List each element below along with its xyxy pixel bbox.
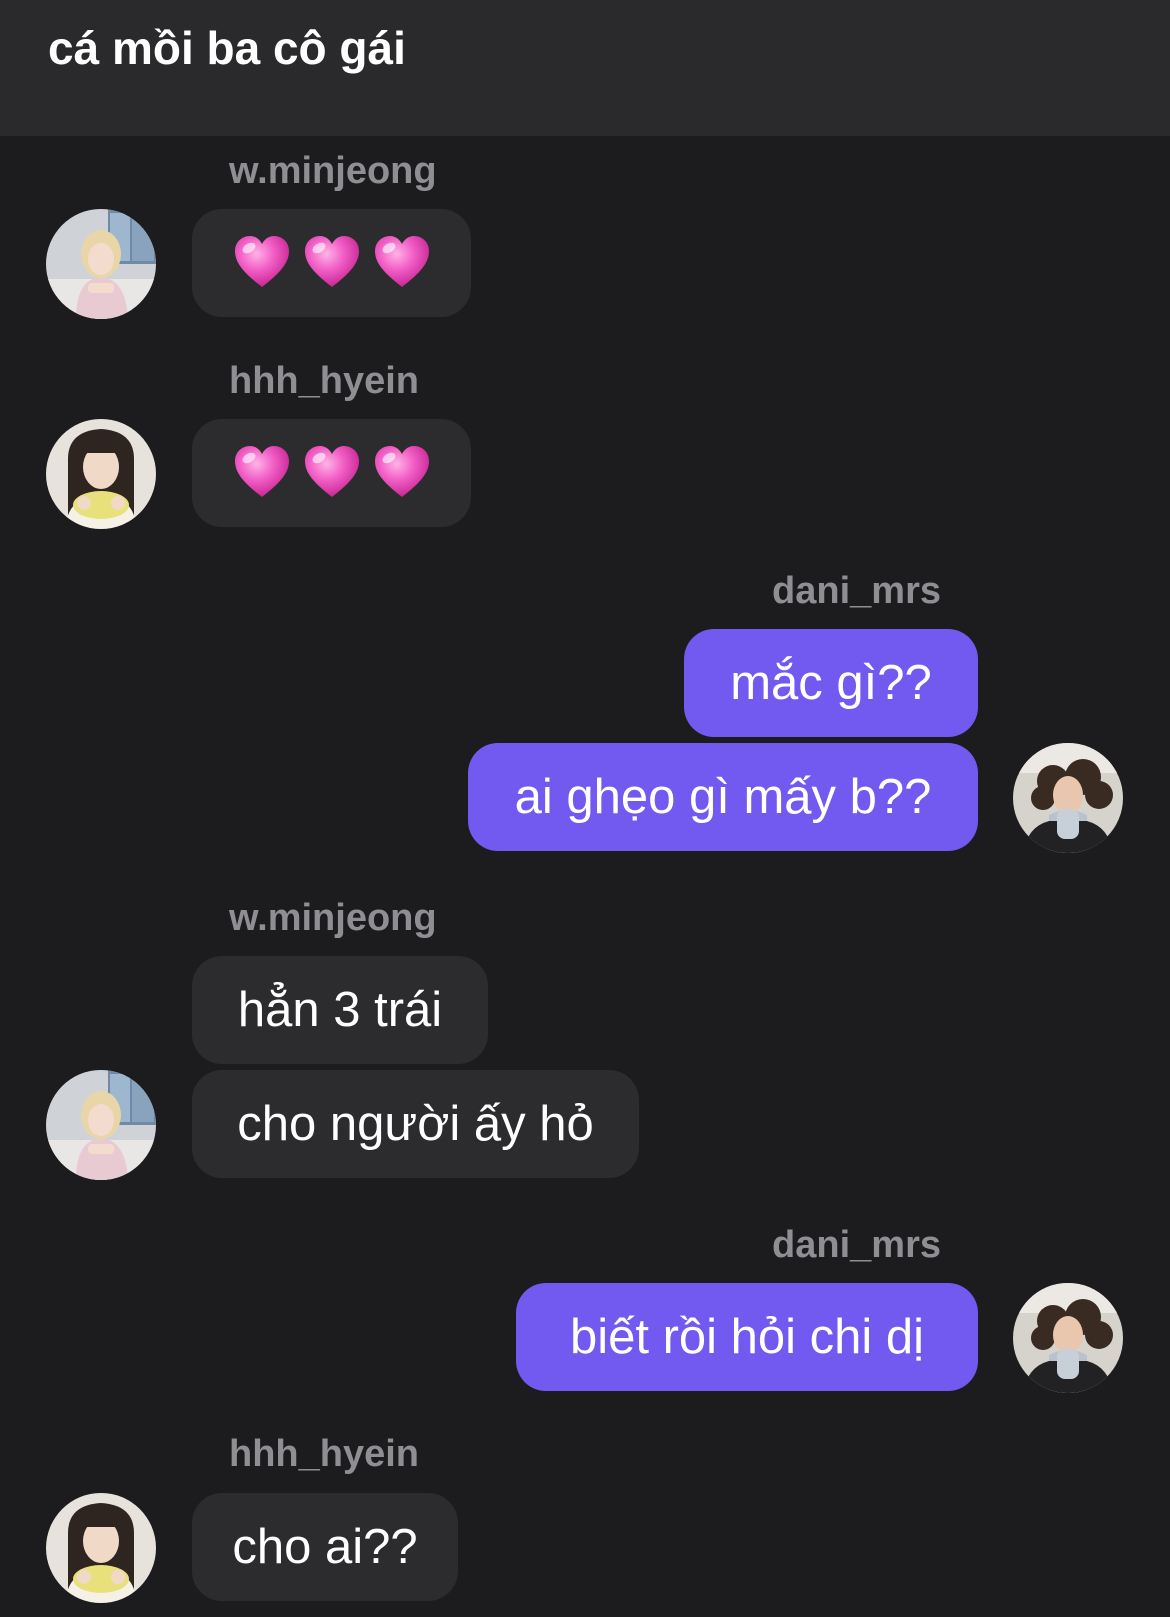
avatar-photo <box>46 1070 156 1180</box>
heart-emoji-row <box>232 233 432 293</box>
pink-heart-icon <box>232 233 292 293</box>
avatar-photo <box>46 1493 156 1603</box>
message-bubble[interactable]: cho người ấy hỏ <box>192 1070 639 1178</box>
pink-heart-icon <box>372 443 432 503</box>
sender-name[interactable]: w.minjeong <box>229 148 437 194</box>
avatar[interactable] <box>1013 1283 1123 1393</box>
sender-name[interactable]: hhh_hyein <box>229 1431 419 1477</box>
pink-heart-icon <box>372 233 432 293</box>
avatar[interactable] <box>46 419 156 529</box>
chat-header: cá mồi ba cô gái <box>0 0 1170 136</box>
pink-heart-icon <box>302 443 362 503</box>
message-bubble[interactable]: biết rồi hỏi chi dị <box>516 1283 978 1391</box>
message-bubble[interactable]: mắc gì?? <box>684 629 978 737</box>
avatar-photo <box>46 419 156 529</box>
avatar[interactable] <box>1013 743 1123 853</box>
chat-title[interactable]: cá mồi ba cô gái <box>48 18 406 78</box>
message-bubble[interactable] <box>192 419 471 527</box>
message-bubble[interactable] <box>192 209 471 317</box>
message-bubble[interactable]: hẳn 3 trái <box>192 956 488 1064</box>
message-bubble[interactable]: cho ai?? <box>192 1493 458 1601</box>
sender-name[interactable]: w.minjeong <box>229 895 437 941</box>
avatar[interactable] <box>46 1493 156 1603</box>
avatar-photo <box>46 209 156 319</box>
sender-name[interactable]: dani_mrs <box>772 1222 941 1268</box>
avatar[interactable] <box>46 1070 156 1180</box>
message-bubble[interactable]: ai ghẹo gì mấy b?? <box>468 743 978 851</box>
avatar[interactable] <box>46 209 156 319</box>
heart-emoji-row <box>232 443 432 503</box>
pink-heart-icon <box>302 233 362 293</box>
pink-heart-icon <box>232 443 292 503</box>
avatar-photo <box>1013 1283 1123 1393</box>
sender-name[interactable]: dani_mrs <box>772 568 941 614</box>
avatar-photo <box>1013 743 1123 853</box>
sender-name[interactable]: hhh_hyein <box>229 358 419 404</box>
